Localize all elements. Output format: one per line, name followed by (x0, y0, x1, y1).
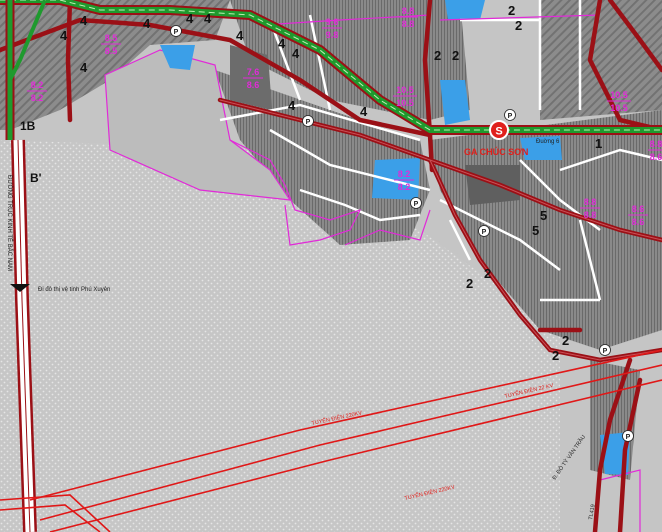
svg-text:9.8: 9.8 (326, 30, 339, 40)
svg-text:P: P (414, 201, 419, 208)
svg-text:8.6: 8.6 (247, 80, 260, 90)
svg-text:4: 4 (186, 11, 194, 26)
svg-text:P: P (482, 229, 487, 236)
svg-text:P: P (603, 348, 608, 355)
svg-text:8.5: 8.5 (105, 46, 118, 56)
urban-planning-map[interactable]: S GA CHÚC SƠN P P P P P P P 9.69.8 8.88.… (0, 0, 662, 532)
svg-text:2: 2 (452, 48, 459, 63)
parking-icon: P (599, 344, 611, 356)
svg-text:P: P (306, 119, 311, 126)
svg-text:2: 2 (484, 266, 491, 281)
svg-text:P: P (508, 113, 513, 120)
svg-text:5: 5 (532, 223, 539, 238)
svg-text:8.8: 8.8 (584, 197, 597, 207)
elevation-e11: 8.88.6 (648, 139, 662, 162)
svg-text:8.2: 8.2 (398, 169, 411, 179)
svg-text:10.5: 10.5 (396, 85, 414, 95)
svg-text:8.5: 8.5 (105, 33, 118, 43)
svg-text:4: 4 (143, 16, 151, 31)
svg-text:4: 4 (236, 28, 244, 43)
label-highway-vertical: ĐƯỜNG TRỤC KINH TẾ BẮC NAM (6, 175, 14, 271)
svg-text:10.5: 10.5 (610, 90, 628, 100)
elevation-e6: 10.5 10.5 (393, 85, 417, 108)
label-area-note: Đi đô thị vệ tinh Phú Xuyên (38, 287, 110, 293)
svg-text:8.6: 8.6 (632, 204, 645, 214)
svg-text:4: 4 (80, 60, 88, 75)
svg-text:8.8: 8.8 (650, 139, 662, 149)
svg-text:10.5: 10.5 (610, 103, 628, 113)
parking-icon: P (410, 197, 422, 209)
label-street-small: Đuờng 6 (536, 139, 560, 145)
svg-text:2: 2 (434, 48, 441, 63)
svg-text:8.6: 8.6 (650, 152, 662, 162)
svg-text:5: 5 (540, 208, 547, 223)
svg-text:8.8: 8.8 (402, 6, 415, 16)
lake-6 (445, 0, 485, 20)
svg-text:2: 2 (552, 348, 559, 363)
svg-text:4: 4 (360, 104, 368, 119)
parking-icon: P (622, 430, 634, 442)
svg-text:2: 2 (508, 3, 515, 18)
svg-text:8.2: 8.2 (31, 93, 44, 103)
svg-text:4: 4 (80, 13, 88, 28)
parking-icon: P (504, 109, 516, 121)
label-b-prefix: 1B (20, 119, 36, 133)
svg-text:4: 4 (60, 28, 68, 43)
label-b-prime: B' (30, 171, 42, 185)
svg-text:4: 4 (288, 98, 296, 113)
svg-text:8.8: 8.8 (402, 19, 415, 29)
svg-text:2: 2 (562, 333, 569, 348)
elevation-e7: 10.5 10.5 (607, 90, 631, 113)
svg-text:1: 1 (595, 136, 602, 151)
parking-icon: P (302, 115, 314, 127)
parking-icon: P (478, 225, 490, 237)
svg-text:8.6: 8.6 (632, 217, 645, 227)
svg-text:4: 4 (292, 46, 300, 61)
station-symbol: S (495, 126, 502, 138)
svg-text:2: 2 (466, 276, 473, 291)
svg-text:8.8: 8.8 (584, 210, 597, 220)
urban-block-ne (540, 0, 662, 120)
lake-2 (372, 158, 420, 200)
svg-text:10.5: 10.5 (396, 98, 414, 108)
svg-text:P: P (626, 434, 631, 441)
svg-text:8.2: 8.2 (31, 80, 44, 90)
svg-text:4: 4 (278, 36, 286, 51)
parking-icon: P (170, 25, 182, 37)
svg-text:4: 4 (204, 11, 212, 26)
svg-text:P: P (174, 29, 179, 36)
svg-text:2: 2 (515, 18, 522, 33)
station-label: GA CHÚC SƠN (464, 146, 528, 157)
svg-text:9.6: 9.6 (326, 17, 339, 27)
lake-3 (440, 80, 470, 125)
svg-text:7.6: 7.6 (247, 67, 260, 77)
dark-block-2 (465, 165, 520, 205)
svg-text:8.2: 8.2 (398, 182, 411, 192)
